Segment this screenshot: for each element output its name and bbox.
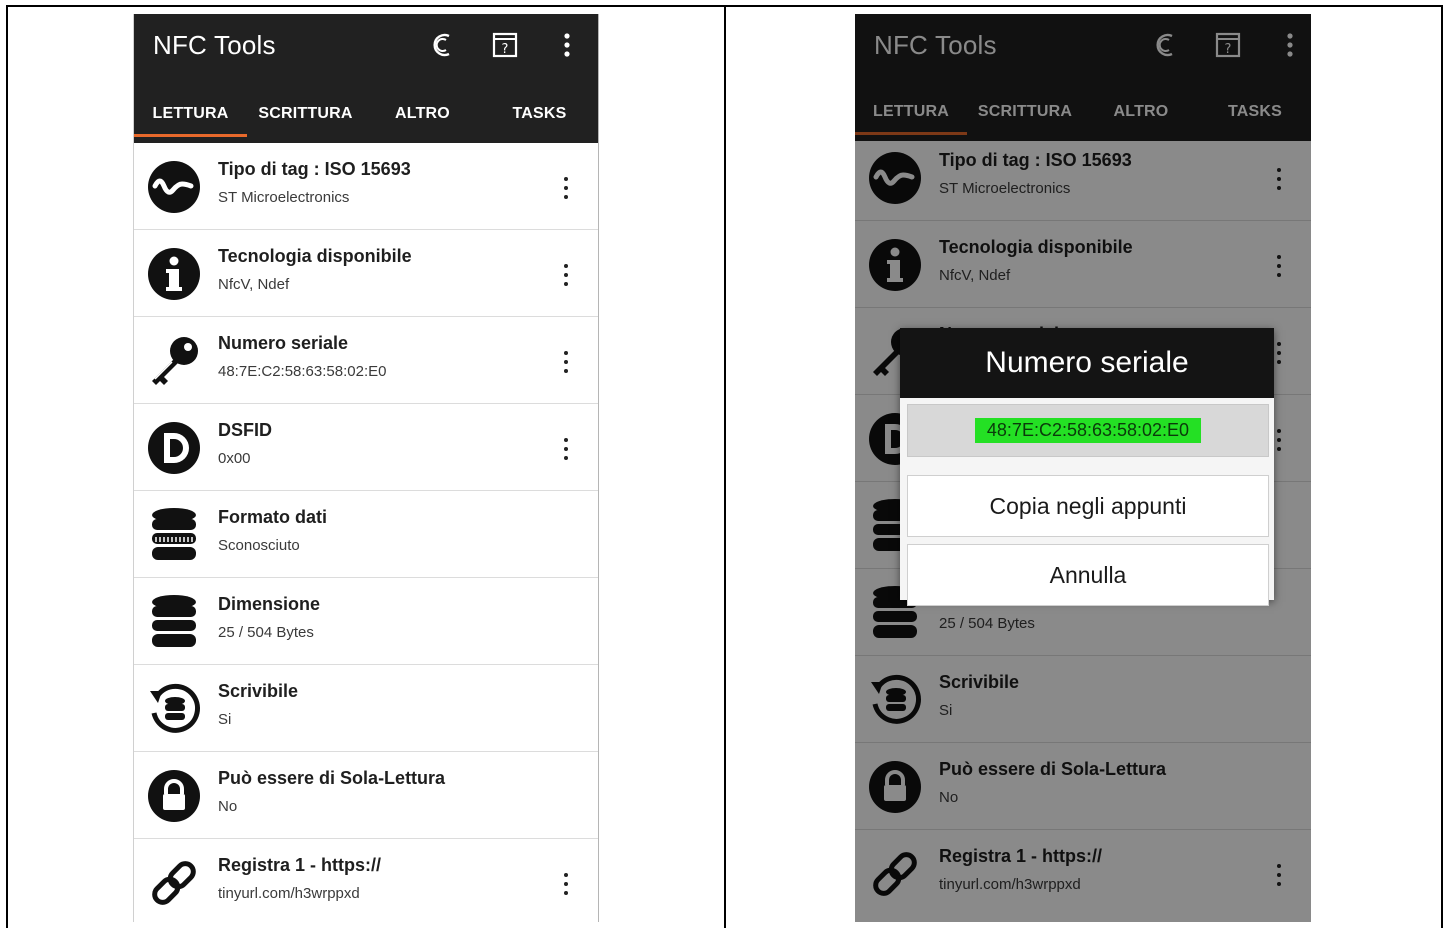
list-item[interactable]: Dimensione 25 / 504 Bytes [134,578,598,665]
row-title: Formato dati [218,507,328,527]
row-title: Dimensione [218,594,321,614]
copy-to-clipboard-button[interactable]: Copia negli appunti [907,475,1269,537]
dialog-value-field[interactable]: 48:7E:C2:58:63:58:02:E0 [907,404,1269,457]
link-icon [146,855,202,911]
database-refresh-icon [146,681,202,737]
row-subtitle: 48:7E:C2:58:63:58:02:E0 [218,363,387,380]
frame-left [6,5,8,928]
screenshot-dialog: NFC Tools ? LETTURA SCRITTURA ALTRO TASK… [855,14,1311,922]
lock-icon [146,768,202,824]
tab-altro[interactable]: ALTRO [364,95,481,143]
cancel-button[interactable]: Annulla [907,544,1269,606]
list-item[interactable]: Numero seriale 48:7E:C2:58:63:58:02:E0 [134,317,598,404]
row-title: Registra 1 - https:// [218,855,382,875]
list-item[interactable]: Tecnologia disponibile NfcV, Ndef [134,230,598,317]
list-item[interactable]: Formato dati Sconosciuto [134,491,598,578]
row-more-icon[interactable] [560,438,572,460]
app-bar: NFC Tools ? LETTURA SCRITTURA ALTRO TASK… [134,14,598,143]
svg-text:?: ? [502,42,509,57]
serial-number-value: 48:7E:C2:58:63:58:02:E0 [974,418,1202,443]
d-letter-icon [146,420,202,476]
row-title: Numero seriale [218,333,349,353]
list-item[interactable]: Può essere di Sola-Lettura No [134,752,598,839]
tag-info-list: Tipo di tag : ISO 15693 ST Microelectroni… [134,143,598,922]
row-more-icon[interactable] [560,873,572,895]
key-icon [146,333,202,389]
row-more-icon[interactable] [560,177,572,199]
tab-lettura[interactable]: LETTURA [134,95,247,143]
row-title: DSFID [218,420,272,440]
list-item[interactable]: Registra 1 - https:// tinyurl.com/h3wrppx… [134,839,598,922]
row-more-icon[interactable] [560,351,572,373]
row-subtitle: 25 / 504 Bytes [218,624,314,641]
app-title: NFC Tools [153,30,276,60]
row-subtitle: NfcV, Ndef [218,276,290,293]
frame-right [1441,5,1443,928]
tab-tasks[interactable]: TASKS [481,95,598,143]
row-more-icon[interactable] [560,264,572,286]
row-subtitle: No [218,798,238,815]
row-subtitle: Si [218,711,232,728]
row-subtitle: Sconosciuto [218,537,300,554]
tab-scrittura[interactable]: SCRITTURA [247,95,364,143]
dialog-title: Numero seriale [900,328,1274,398]
serial-number-dialog: Numero seriale 48:7E:C2:58:63:58:02:E0 C… [900,328,1274,606]
row-title: Tecnologia disponibile [218,246,412,266]
row-title: Tipo di tag : ISO 15693 [218,159,411,179]
tab-bar: LETTURA SCRITTURA ALTRO TASKS [134,95,598,143]
wave-icon [146,159,202,215]
database-icon [146,507,202,563]
list-item[interactable]: DSFID 0x00 [134,404,598,491]
question-box-icon[interactable]: ? [490,28,520,62]
list-item[interactable]: Tipo di tag : ISO 15693 ST Microelectroni… [134,143,598,230]
row-subtitle: tinyurl.com/h3wrppxd [218,885,360,902]
screenshot-list: NFC Tools ? LETTURA SCRITTURA ALTRO TASK… [133,14,599,922]
info-icon [146,246,202,302]
row-title: Scrivibile [218,681,299,701]
list-item[interactable]: Scrivibile Si [134,665,598,752]
database-icon [146,594,202,650]
row-title: Può essere di Sola-Lettura [218,768,446,788]
frame-mid [724,5,726,928]
row-subtitle: 0x00 [218,450,251,467]
crescent-c-icon[interactable] [427,28,457,62]
more-vert-icon[interactable] [552,28,582,62]
row-subtitle: ST Microelectronics [218,189,350,206]
